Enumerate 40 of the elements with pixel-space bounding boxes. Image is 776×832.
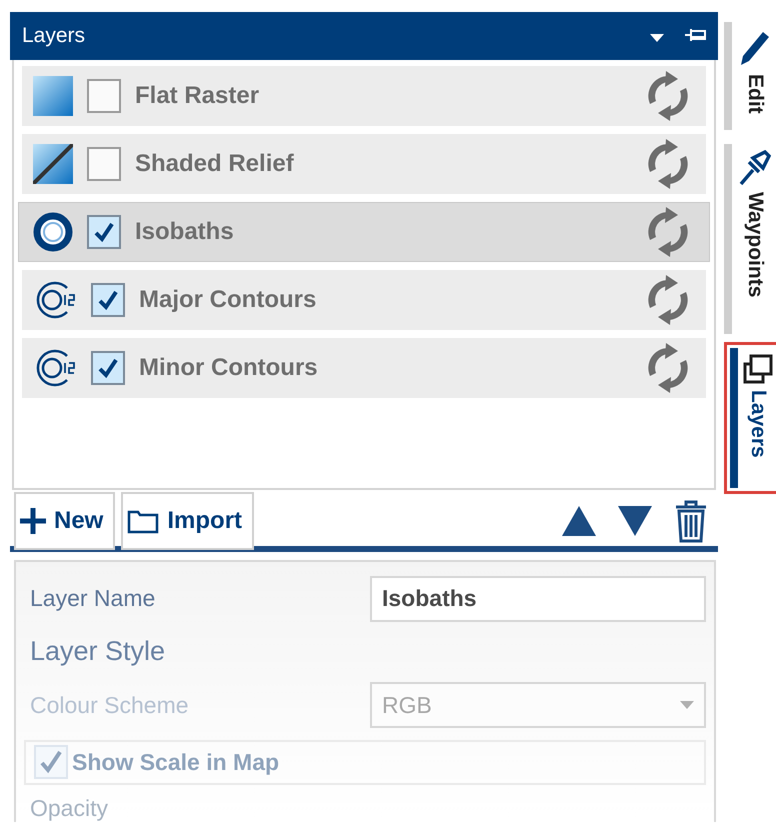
layer-row[interactable]: Major Contours	[22, 270, 706, 330]
plus-icon	[20, 508, 46, 534]
caret-icon	[680, 701, 694, 710]
field-label: Layer Name	[30, 585, 156, 612]
field-label: Colour Scheme	[30, 692, 190, 719]
layer-name: Isobaths	[135, 218, 235, 246]
check-icon	[93, 221, 115, 243]
visibility-checkbox[interactable]	[91, 351, 125, 385]
layer-row[interactable]: Flat Raster	[22, 66, 706, 126]
layers-icon	[743, 354, 773, 384]
visibility-checkbox[interactable]	[87, 215, 121, 249]
visibility-checkbox[interactable]	[87, 147, 121, 181]
layer-row[interactable]: Minor Contours	[22, 338, 706, 398]
check-icon	[97, 289, 119, 311]
field-label: Opacity	[30, 794, 109, 822]
layer-name-field[interactable]: Isobaths	[370, 576, 706, 622]
ring-icon	[33, 212, 73, 252]
visibility-checkbox[interactable]	[87, 79, 121, 113]
new-button[interactable]: New	[14, 492, 116, 550]
visibility-checkbox[interactable]	[91, 283, 125, 317]
move-down-icon[interactable]	[618, 506, 652, 536]
layer-name: Flat Raster	[135, 82, 260, 110]
move-up-icon[interactable]	[562, 506, 596, 536]
layer-name: Major Contours	[139, 286, 318, 314]
layer-row[interactable]: Shaded Relief	[22, 134, 706, 194]
checkbox-label: Show Scale in Map	[72, 748, 280, 776]
layer-name: Shaded Relief	[135, 150, 295, 178]
layer-name: Minor Contours	[139, 354, 319, 382]
import-button[interactable]: Import	[121, 492, 254, 550]
layer-row[interactable]: Isobaths	[18, 202, 710, 262]
dropdown-icon[interactable]	[650, 34, 664, 42]
check-icon	[39, 750, 63, 774]
check-icon	[97, 357, 119, 379]
raster-icon	[33, 76, 73, 116]
pushpin-icon	[739, 150, 771, 186]
panel-title: Layers	[22, 24, 86, 48]
section-heading: Layer Style	[30, 635, 166, 668]
trash-icon[interactable]	[674, 498, 708, 542]
relief-icon	[33, 144, 73, 184]
pin-icon[interactable]	[684, 28, 706, 42]
